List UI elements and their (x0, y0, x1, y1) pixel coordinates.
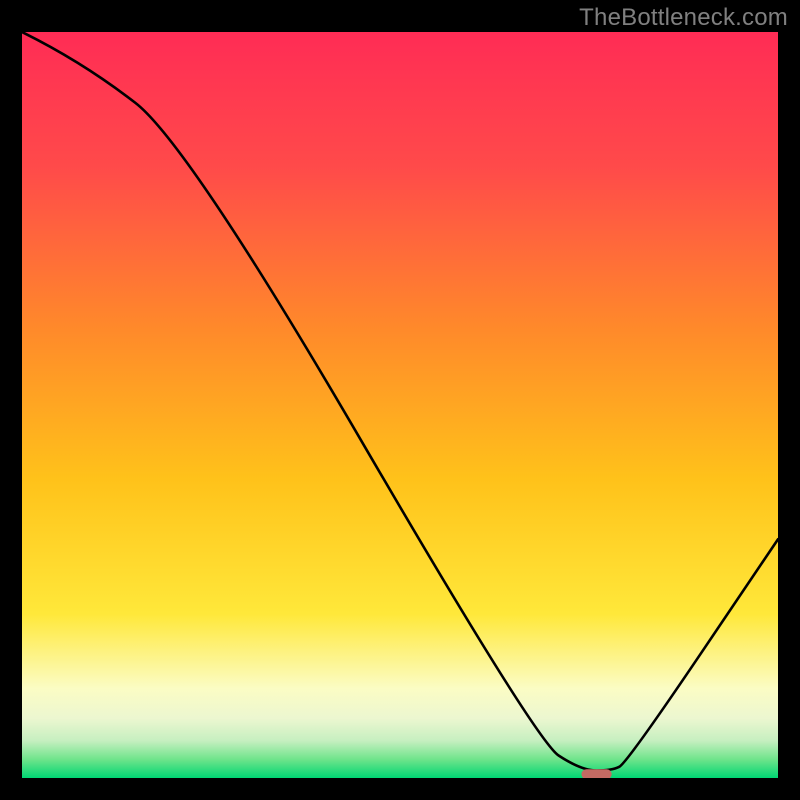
plot-area (22, 32, 778, 778)
watermark-text: TheBottleneck.com (579, 4, 788, 32)
chart-svg (22, 32, 778, 778)
gradient-rect (22, 32, 778, 778)
chart-frame: TheBottleneck.com (0, 0, 800, 800)
minimum-marker (581, 769, 611, 778)
